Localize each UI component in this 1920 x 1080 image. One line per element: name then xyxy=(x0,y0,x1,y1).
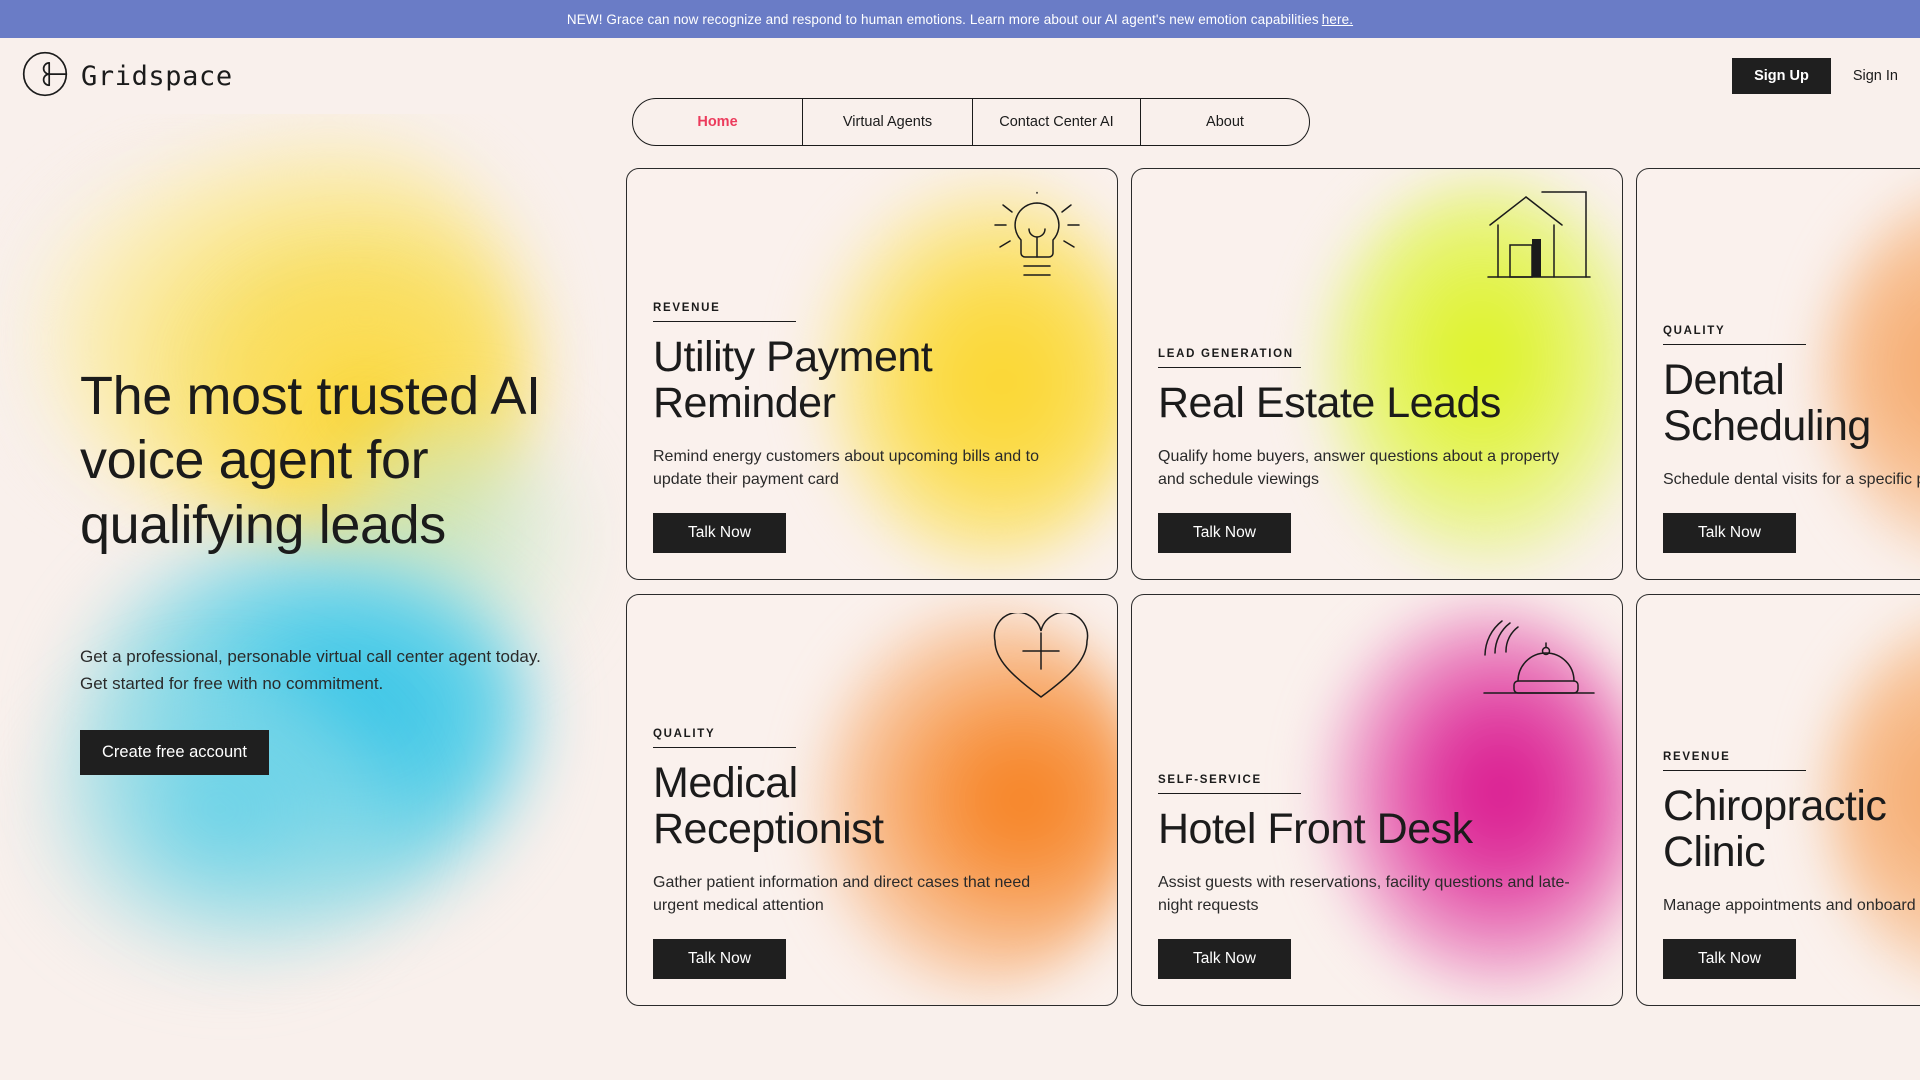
talk-now-button[interactable]: Talk Now xyxy=(1663,513,1796,553)
agent-cards-grid: REVENUE Utility Payment Reminder Remind e… xyxy=(626,168,1920,1006)
main-navigation: Home Virtual Agents Contact Center AI Ab… xyxy=(632,98,1310,146)
card-body: QUALITY Dental Scheduling Schedule dental… xyxy=(1663,325,1920,553)
create-free-account-button[interactable]: Create free account xyxy=(80,729,269,775)
card-body: SELF-SERVICE Hotel Front Desk Assist gue… xyxy=(1158,774,1596,979)
agent-card-real-estate-leads[interactable]: LEAD GENERATION Real Estate Leads Qualif… xyxy=(1131,168,1623,580)
hero-content: The most trusted AI voice agent for qual… xyxy=(0,114,620,775)
auth-actions: Sign Up Sign In xyxy=(1732,58,1898,94)
card-body: REVENUE Utility Payment Reminder Remind e… xyxy=(653,302,1091,553)
nav-tab-home[interactable]: Home xyxy=(633,99,803,145)
agent-card-utility-payment-reminder[interactable]: REVENUE Utility Payment Reminder Remind e… xyxy=(626,168,1118,580)
talk-now-button[interactable]: Talk Now xyxy=(653,513,786,553)
agent-card-dental-scheduling[interactable]: QUALITY Dental Scheduling Schedule dental… xyxy=(1636,168,1920,580)
brand-name: Gridspace xyxy=(81,60,233,92)
announcement-text: NEW! Grace can now recognize and respond… xyxy=(566,11,1319,27)
card-title: Real Estate Leads xyxy=(1158,378,1501,427)
card-description: Manage appointments and onboard new pati… xyxy=(1663,896,1920,914)
agent-card-medical-receptionist[interactable]: QUALITY Medical Receptionist Gather patie… xyxy=(626,594,1118,1006)
card-eyebrow: SELF-SERVICE xyxy=(1158,774,1301,794)
card-title: Utility Payment Reminder xyxy=(653,332,933,427)
talk-now-button[interactable]: Talk Now xyxy=(1158,939,1291,979)
card-eyebrow: QUALITY xyxy=(653,728,796,748)
card-body: LEAD GENERATION Real Estate Leads Qualif… xyxy=(1158,348,1596,553)
sign-up-button[interactable]: Sign Up xyxy=(1732,58,1831,94)
agent-card-hotel-front-desk[interactable]: SELF-SERVICE Hotel Front Desk Assist gue… xyxy=(1131,594,1623,1006)
card-title: Chiropractic Clinic xyxy=(1663,781,1887,876)
card-description: Remind energy customers about upcoming b… xyxy=(653,447,1039,488)
nav-tab-about[interactable]: About xyxy=(1141,99,1309,145)
heart-plus-icon xyxy=(989,611,1093,710)
card-description: Assist guests with reservations, facilit… xyxy=(1158,873,1570,914)
hero-subtitle: Get a professional, personable virtual c… xyxy=(80,646,541,694)
brand-logo[interactable]: Gridspace xyxy=(22,51,233,102)
talk-now-button[interactable]: Talk Now xyxy=(1663,939,1796,979)
announcement-banner: NEW! Grace can now recognize and respond… xyxy=(0,0,1920,38)
sign-in-link[interactable]: Sign In xyxy=(1853,68,1898,84)
house-icon xyxy=(1480,187,1598,292)
hero-section: The most trusted AI voice agent for qual… xyxy=(0,114,620,1080)
card-description: Qualify home buyers, answer questions ab… xyxy=(1158,447,1560,488)
agent-card-chiropractic-clinic[interactable]: REVENUE Chiropractic Clinic Manage appoin… xyxy=(1636,594,1920,1006)
hero-title: The most trusted AI voice agent for qual… xyxy=(80,366,541,555)
talk-now-button[interactable]: Talk Now xyxy=(653,939,786,979)
card-eyebrow: REVENUE xyxy=(653,302,796,322)
site-header: Gridspace Home Virtual Agents Contact Ce… xyxy=(0,38,1920,146)
lightbulb-icon xyxy=(981,187,1093,310)
card-eyebrow: QUALITY xyxy=(1663,325,1806,345)
nav-tab-contact-center-ai[interactable]: Contact Center AI xyxy=(973,99,1141,145)
gridspace-circle-logo-icon xyxy=(22,51,68,102)
talk-now-button[interactable]: Talk Now xyxy=(1158,513,1291,553)
card-eyebrow: REVENUE xyxy=(1663,751,1806,771)
card-description: Schedule dental visits for a specific pr… xyxy=(1663,470,1920,488)
card-title: Hotel Front Desk xyxy=(1158,804,1473,853)
card-body: REVENUE Chiropractic Clinic Manage appoin… xyxy=(1663,751,1920,979)
service-bell-icon xyxy=(1480,613,1598,710)
card-eyebrow: LEAD GENERATION xyxy=(1158,348,1301,368)
card-title: Dental Scheduling xyxy=(1663,355,1871,450)
card-description: Gather patient information and direct ca… xyxy=(653,873,1031,914)
nav-tab-virtual-agents[interactable]: Virtual Agents xyxy=(803,99,973,145)
card-title: Medical Receptionist xyxy=(653,758,884,853)
card-body: QUALITY Medical Receptionist Gather patie… xyxy=(653,728,1091,979)
announcement-link[interactable]: here. xyxy=(1322,12,1353,27)
